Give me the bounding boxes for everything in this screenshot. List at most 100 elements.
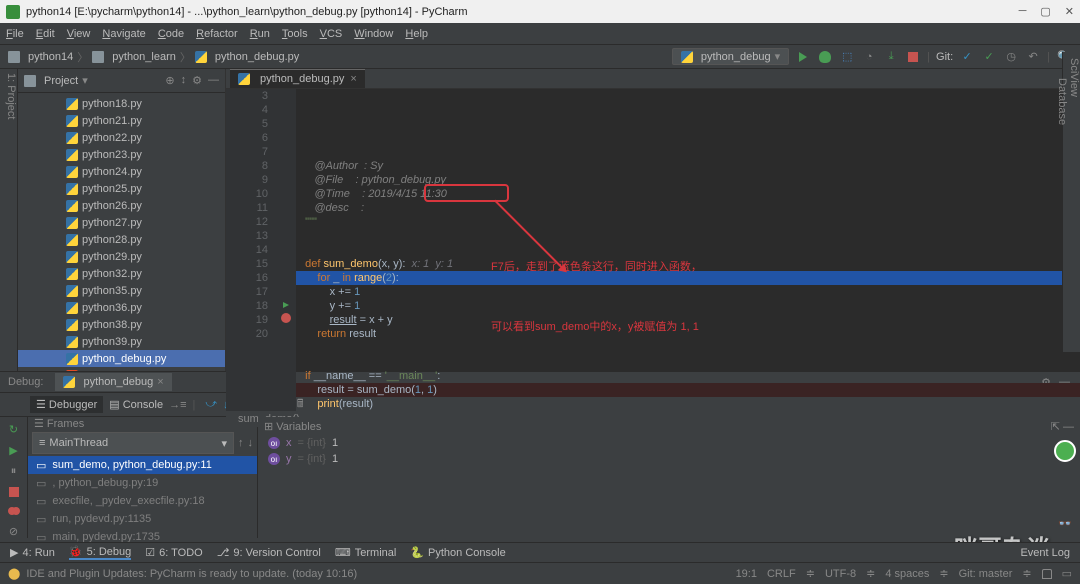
menu-code[interactable]: Code [158, 28, 184, 40]
folder-icon [8, 51, 20, 63]
pause-button[interactable]: ⏸ [6, 465, 22, 478]
close-button[interactable]: ✕ [1065, 5, 1074, 18]
menu-edit[interactable]: Edit [36, 28, 55, 40]
debugger-tab-button[interactable]: ☰ Debugger [30, 396, 103, 413]
collapse-all-button[interactable]: ↕ [181, 74, 187, 87]
variables-list[interactable]: oıx = {int} 1oıy = {int} 1 [258, 435, 1080, 467]
tree-item[interactable]: python25.py [18, 180, 225, 197]
run-button[interactable] [795, 49, 811, 65]
python-file-icon [238, 73, 250, 85]
stack-frame[interactable]: ▭sum_demo, python_debug.py:11 [28, 456, 257, 474]
console-tab-button[interactable]: ▤ Console [109, 398, 163, 411]
git-history-button[interactable]: ◷ [1003, 49, 1019, 65]
git-revert-button[interactable]: ↶ [1025, 49, 1041, 65]
git-commit-button[interactable]: ✓ [981, 49, 997, 65]
thread-selector[interactable]: ≡MainThread▾ [32, 432, 234, 454]
bottom-tab[interactable]: ⎇9: Version Control [217, 546, 321, 559]
file-tree[interactable]: python18.pypython21.pypython22.pypython2… [18, 93, 225, 371]
bottom-tab[interactable]: ⌨Terminal [335, 546, 396, 559]
vars-focus-button[interactable]: — [1063, 421, 1074, 433]
menu-window[interactable]: Window [354, 28, 393, 40]
debug-session-tab[interactable]: python_debug × [55, 373, 171, 391]
event-log-button[interactable]: Event Log [1020, 547, 1070, 559]
stack-frame[interactable]: ▭execfile, _pydev_execfile.py:18 [28, 492, 257, 510]
assistant-badge[interactable] [1054, 440, 1076, 462]
menu-help[interactable]: Help [405, 28, 428, 40]
tree-item[interactable]: python39.py [18, 333, 225, 350]
menu-refactor[interactable]: Refactor [196, 28, 238, 40]
view-breakpoints-button[interactable] [6, 506, 22, 518]
left-tool-rail[interactable]: 1: Project [0, 69, 18, 371]
rerun-button[interactable]: ↻ [6, 423, 22, 436]
minimize-button[interactable]: ─ [1019, 5, 1027, 18]
menu-file[interactable]: File [6, 28, 24, 40]
stop-debug-button[interactable] [6, 486, 22, 498]
code-area[interactable]: 34567891011121314151617181920 F7后，走到了蓝色条… [226, 89, 1080, 411]
crumb-root[interactable]: python14 [28, 51, 73, 63]
tree-item[interactable]: python32.py [18, 265, 225, 282]
indent-setting[interactable]: 4 spaces [885, 568, 929, 580]
tree-item[interactable]: python35.py [18, 282, 225, 299]
menu-run[interactable]: Run [250, 28, 270, 40]
close-tab-button[interactable]: × [350, 73, 356, 85]
bottom-tab[interactable]: ▶4: Run [10, 546, 55, 559]
line-separator[interactable]: CRLF [767, 568, 796, 580]
step-over-button[interactable]: ⤻ [205, 398, 217, 411]
hide-button[interactable]: — [208, 74, 219, 87]
memory-indicator[interactable]: ▭ [1062, 567, 1072, 580]
right-tool-rail[interactable]: SciView Database [1062, 52, 1080, 352]
debug-button[interactable] [817, 49, 833, 65]
prev-frame-button[interactable]: ↑ [238, 437, 244, 449]
run-config-selector[interactable]: python_debug ▾ [672, 48, 789, 65]
menu-vcs[interactable]: VCS [320, 28, 343, 40]
crumb-folder[interactable]: python_learn [112, 51, 176, 63]
next-frame-button[interactable]: ↓ [248, 437, 254, 449]
debug-label: Debug: [0, 376, 51, 388]
tree-item[interactable]: python24.py [18, 163, 225, 180]
git-branch[interactable]: Git: master [959, 568, 1013, 580]
tree-item[interactable]: python23.py [18, 146, 225, 163]
tree-item[interactable]: python21.py [18, 112, 225, 129]
bottom-tab[interactable]: 🐞5: Debug [69, 545, 131, 560]
bottom-tab[interactable]: 🐍Python Console [410, 546, 505, 559]
stack-frame[interactable]: ▭run, pydevd.py:1135 [28, 510, 257, 528]
tree-item[interactable]: python29.py [18, 248, 225, 265]
variable-item[interactable]: oıy = {int} 1 [258, 451, 1080, 467]
tree-item[interactable]: python26.py [18, 197, 225, 214]
menu-view[interactable]: View [67, 28, 91, 40]
maximize-button[interactable]: ▢ [1040, 5, 1050, 18]
stop-button[interactable] [905, 49, 921, 65]
attach-button[interactable]: ⤓ [883, 49, 899, 65]
menu-navigate[interactable]: Navigate [102, 28, 145, 40]
git-update-button[interactable]: ✓ [959, 49, 975, 65]
tree-item[interactable]: python36.py [18, 299, 225, 316]
readonly-lock-icon[interactable] [1042, 569, 1052, 579]
cursor-position[interactable]: 19:1 [736, 568, 757, 580]
editor-tab[interactable]: python_debug.py × [230, 69, 365, 88]
coverage-button[interactable]: ⬚ [839, 49, 855, 65]
file-encoding[interactable]: UTF-8 [825, 568, 856, 580]
threads-button[interactable]: →≡ [169, 399, 186, 411]
menu-tools[interactable]: Tools [282, 28, 308, 40]
tree-item[interactable]: python27.py [18, 214, 225, 231]
tree-item[interactable]: python22.py [18, 129, 225, 146]
tree-item[interactable]: souhu.html [18, 367, 225, 371]
code-content[interactable]: F7后，走到了蓝色条这行，同时进入函数， 可以看到sum_demo中的x，y被赋… [296, 89, 1080, 411]
crumb-file[interactable]: python_debug.py [215, 51, 299, 63]
tree-item[interactable]: python28.py [18, 231, 225, 248]
stack-frame[interactable]: ▭, python_debug.py:19 [28, 474, 257, 492]
watches-button[interactable]: 👓 [1058, 517, 1072, 530]
mute-breakpoints-button[interactable]: ⊘ [6, 525, 22, 538]
tree-item[interactable]: python18.py [18, 95, 225, 112]
gutter-marks[interactable] [276, 89, 296, 411]
profile-button[interactable]: ◔ [861, 49, 877, 65]
resume-button[interactable]: ▶ [6, 444, 22, 457]
settings-button[interactable]: ⚙ [192, 74, 202, 87]
bottom-tab[interactable]: ☑6: TODO [145, 546, 202, 559]
debug-body: ↻ ▶ ⏸ ⊘ ☰ Frames⇱ ≡MainThread▾ ↑ ↓ ▭sum_… [0, 417, 1080, 538]
variable-item[interactable]: oıx = {int} 1 [258, 435, 1080, 451]
tree-item[interactable]: python_debug.py [18, 350, 225, 367]
scroll-target-button[interactable]: ⊕ [165, 74, 174, 87]
vars-restore-button[interactable]: ⇱ [1051, 421, 1060, 433]
tree-item[interactable]: python38.py [18, 316, 225, 333]
